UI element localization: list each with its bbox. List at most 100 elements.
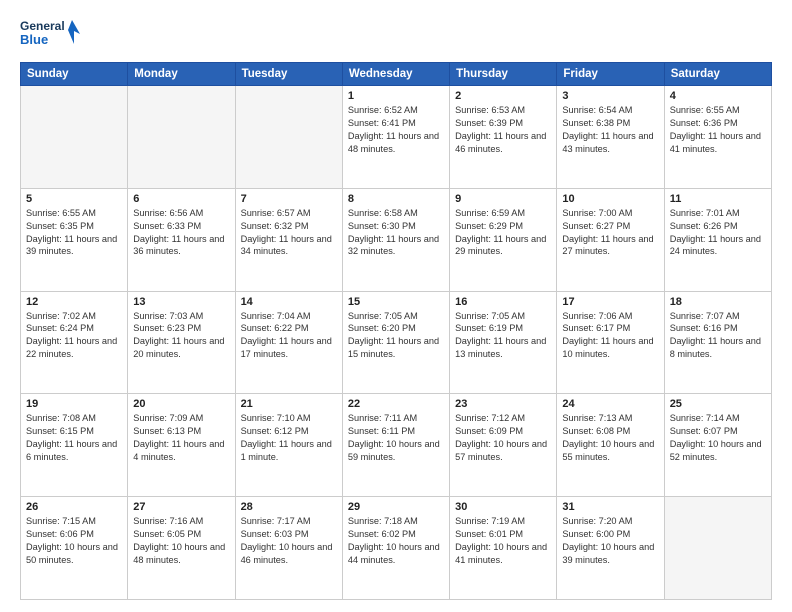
day-number: 21 (241, 398, 337, 410)
header: General Blue (20, 16, 772, 52)
cell-content: Sunrise: 7:02 AM Sunset: 6:24 PM Dayligh… (26, 310, 122, 362)
cell-content: Sunrise: 7:16 AM Sunset: 6:05 PM Dayligh… (133, 515, 229, 567)
page: General Blue SundayMondayTuesdayWednesda… (0, 0, 792, 612)
calendar-cell: 6 Sunrise: 6:56 AM Sunset: 6:33 PM Daylig… (128, 188, 235, 291)
calendar-cell: 19Sunrise: 7:08 AM Sunset: 6:15 PM Dayli… (21, 394, 128, 497)
day-number: 9 (455, 193, 551, 205)
day-number: 2 (455, 90, 551, 102)
cell-content: Sunrise: 7:14 AM Sunset: 6:07 PM Dayligh… (670, 412, 766, 464)
week-row-3: 19Sunrise: 7:08 AM Sunset: 6:15 PM Dayli… (21, 394, 772, 497)
day-number: 16 (455, 296, 551, 308)
day-number: 29 (348, 501, 444, 513)
calendar-cell: 22 Sunrise: 7:11 AM Sunset: 6:11 PM Dayli… (342, 394, 449, 497)
calendar-cell: 15 Sunrise: 7:05 AM Sunset: 6:20 PM Dayli… (342, 291, 449, 394)
calendar-cell: 29Sunrise: 7:18 AM Sunset: 6:02 PM Dayli… (342, 497, 449, 600)
calendar-cell: 7 Sunrise: 6:57 AM Sunset: 6:32 PM Daylig… (235, 188, 342, 291)
calendar-cell: 23Sunrise: 7:12 AM Sunset: 6:09 PM Dayli… (450, 394, 557, 497)
day-number: 11 (670, 193, 766, 205)
calendar-cell: 12 Sunrise: 7:02 AM Sunset: 6:24 PM Dayli… (21, 291, 128, 394)
day-number: 1 (348, 90, 444, 102)
day-number: 31 (562, 501, 658, 513)
day-number: 26 (26, 501, 122, 513)
day-number: 22 (348, 398, 444, 410)
col-header-saturday: Saturday (664, 63, 771, 86)
calendar-cell: 14Sunrise: 7:04 AM Sunset: 6:22 PM Dayli… (235, 291, 342, 394)
cell-content: Sunrise: 7:15 AM Sunset: 6:06 PM Dayligh… (26, 515, 122, 567)
calendar-cell (235, 86, 342, 189)
logo-svg: General Blue (20, 16, 80, 52)
cell-content: Sunrise: 7:19 AM Sunset: 6:01 PM Dayligh… (455, 515, 551, 567)
cell-content: Sunrise: 7:08 AM Sunset: 6:15 PM Dayligh… (26, 412, 122, 464)
day-number: 15 (348, 296, 444, 308)
cell-content: Sunrise: 6:59 AM Sunset: 6:29 PM Dayligh… (455, 207, 551, 259)
cell-content: Sunrise: 6:56 AM Sunset: 6:33 PM Dayligh… (133, 207, 229, 259)
cell-content: Sunrise: 7:13 AM Sunset: 6:08 PM Dayligh… (562, 412, 658, 464)
col-header-wednesday: Wednesday (342, 63, 449, 86)
calendar-cell: 17Sunrise: 7:06 AM Sunset: 6:17 PM Dayli… (557, 291, 664, 394)
week-row-1: 5 Sunrise: 6:55 AM Sunset: 6:35 PM Daylig… (21, 188, 772, 291)
day-number: 5 (26, 193, 122, 205)
calendar-cell: 1 Sunrise: 6:52 AM Sunset: 6:41 PM Daylig… (342, 86, 449, 189)
calendar-cell: 30 Sunrise: 7:19 AM Sunset: 6:01 PM Dayli… (450, 497, 557, 600)
cell-content: Sunrise: 6:53 AM Sunset: 6:39 PM Dayligh… (455, 104, 551, 156)
calendar-cell: 3 Sunrise: 6:54 AM Sunset: 6:38 PM Daylig… (557, 86, 664, 189)
day-number: 30 (455, 501, 551, 513)
day-number: 6 (133, 193, 229, 205)
calendar-cell: 25 Sunrise: 7:14 AM Sunset: 6:07 PM Dayli… (664, 394, 771, 497)
calendar-cell: 26 Sunrise: 7:15 AM Sunset: 6:06 PM Dayli… (21, 497, 128, 600)
calendar-header-row: SundayMondayTuesdayWednesdayThursdayFrid… (21, 63, 772, 86)
logo: General Blue (20, 16, 80, 52)
day-number: 3 (562, 90, 658, 102)
calendar-cell: 2 Sunrise: 6:53 AM Sunset: 6:39 PM Daylig… (450, 86, 557, 189)
calendar-cell: 16 Sunrise: 7:05 AM Sunset: 6:19 PM Dayli… (450, 291, 557, 394)
calendar-cell: 20 Sunrise: 7:09 AM Sunset: 6:13 PM Dayli… (128, 394, 235, 497)
cell-content: Sunrise: 7:01 AM Sunset: 6:26 PM Dayligh… (670, 207, 766, 259)
day-number: 8 (348, 193, 444, 205)
day-number: 7 (241, 193, 337, 205)
day-number: 25 (670, 398, 766, 410)
calendar-cell: 28 Sunrise: 7:17 AM Sunset: 6:03 PM Dayli… (235, 497, 342, 600)
col-header-sunday: Sunday (21, 63, 128, 86)
day-number: 4 (670, 90, 766, 102)
cell-content: Sunrise: 7:10 AM Sunset: 6:12 PM Dayligh… (241, 412, 337, 464)
calendar-cell: 18Sunrise: 7:07 AM Sunset: 6:16 PM Dayli… (664, 291, 771, 394)
svg-text:General: General (20, 19, 65, 33)
calendar-cell: 9 Sunrise: 6:59 AM Sunset: 6:29 PM Daylig… (450, 188, 557, 291)
cell-content: Sunrise: 7:09 AM Sunset: 6:13 PM Dayligh… (133, 412, 229, 464)
cell-content: Sunrise: 7:05 AM Sunset: 6:19 PM Dayligh… (455, 310, 551, 362)
day-number: 27 (133, 501, 229, 513)
cell-content: Sunrise: 6:52 AM Sunset: 6:41 PM Dayligh… (348, 104, 444, 156)
calendar-cell: 11 Sunrise: 7:01 AM Sunset: 6:26 PM Dayli… (664, 188, 771, 291)
calendar-cell: 31 Sunrise: 7:20 AM Sunset: 6:00 PM Dayli… (557, 497, 664, 600)
calendar-cell (128, 86, 235, 189)
cell-content: Sunrise: 7:17 AM Sunset: 6:03 PM Dayligh… (241, 515, 337, 567)
calendar-cell: 24 Sunrise: 7:13 AM Sunset: 6:08 PM Dayli… (557, 394, 664, 497)
week-row-0: 1 Sunrise: 6:52 AM Sunset: 6:41 PM Daylig… (21, 86, 772, 189)
calendar-cell: 5 Sunrise: 6:55 AM Sunset: 6:35 PM Daylig… (21, 188, 128, 291)
cell-content: Sunrise: 7:11 AM Sunset: 6:11 PM Dayligh… (348, 412, 444, 464)
cell-content: Sunrise: 6:57 AM Sunset: 6:32 PM Dayligh… (241, 207, 337, 259)
day-number: 18 (670, 296, 766, 308)
col-header-tuesday: Tuesday (235, 63, 342, 86)
week-row-4: 26 Sunrise: 7:15 AM Sunset: 6:06 PM Dayli… (21, 497, 772, 600)
calendar-cell: 27 Sunrise: 7:16 AM Sunset: 6:05 PM Dayli… (128, 497, 235, 600)
day-number: 10 (562, 193, 658, 205)
cell-content: Sunrise: 6:55 AM Sunset: 6:35 PM Dayligh… (26, 207, 122, 259)
cell-content: Sunrise: 7:03 AM Sunset: 6:23 PM Dayligh… (133, 310, 229, 362)
day-number: 12 (26, 296, 122, 308)
calendar-cell: 4 Sunrise: 6:55 AM Sunset: 6:36 PM Daylig… (664, 86, 771, 189)
cell-content: Sunrise: 6:54 AM Sunset: 6:38 PM Dayligh… (562, 104, 658, 156)
day-number: 28 (241, 501, 337, 513)
day-number: 14 (241, 296, 337, 308)
day-number: 17 (562, 296, 658, 308)
calendar-cell: 21 Sunrise: 7:10 AM Sunset: 6:12 PM Dayli… (235, 394, 342, 497)
cell-content: Sunrise: 7:05 AM Sunset: 6:20 PM Dayligh… (348, 310, 444, 362)
col-header-friday: Friday (557, 63, 664, 86)
day-number: 24 (562, 398, 658, 410)
cell-content: Sunrise: 7:20 AM Sunset: 6:00 PM Dayligh… (562, 515, 658, 567)
cell-content: Sunrise: 6:55 AM Sunset: 6:36 PM Dayligh… (670, 104, 766, 156)
day-number: 20 (133, 398, 229, 410)
calendar-cell (21, 86, 128, 189)
week-row-2: 12 Sunrise: 7:02 AM Sunset: 6:24 PM Dayli… (21, 291, 772, 394)
day-number: 13 (133, 296, 229, 308)
